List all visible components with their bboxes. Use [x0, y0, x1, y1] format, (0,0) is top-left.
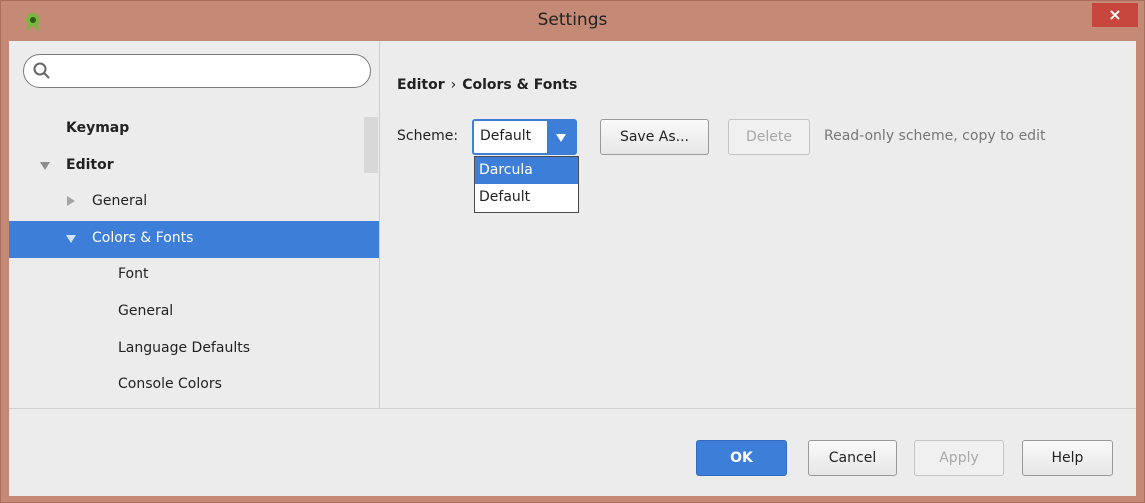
close-button[interactable]: ×: [1092, 3, 1138, 27]
settings-window: Settings × Keymap Editor General Colors …: [0, 0, 1145, 503]
expand-arrow-icon[interactable]: [40, 162, 50, 170]
search-input[interactable]: [58, 59, 362, 85]
settings-sidebar: Keymap Editor General Colors & Fonts Fon…: [9, 41, 380, 408]
tree-item-general-colors[interactable]: General: [9, 294, 379, 331]
scheme-label: Scheme:: [397, 128, 459, 144]
expand-arrow-icon[interactable]: [66, 235, 76, 243]
tree-item-label: Editor: [66, 157, 114, 173]
tree-item-font[interactable]: Font: [9, 257, 379, 294]
chevron-down-icon: [556, 134, 566, 142]
tree-item-label: Keymap: [66, 120, 130, 136]
save-as-button[interactable]: Save As...: [600, 119, 709, 155]
tree-item-language-defaults[interactable]: Language Defaults: [9, 331, 379, 368]
ok-button[interactable]: OK: [696, 440, 787, 476]
tree-item-general[interactable]: General: [9, 184, 379, 221]
tree-item-editor[interactable]: Editor: [9, 148, 379, 185]
breadcrumb: Editor › Colors & Fonts: [397, 77, 577, 93]
tree-item-label: General: [92, 193, 148, 209]
dialog-body: Keymap Editor General Colors & Fonts Fon…: [9, 41, 1136, 496]
sidebar-scrollbar[interactable]: [364, 117, 378, 173]
tree-item-label: Font: [118, 266, 149, 282]
cancel-button[interactable]: Cancel: [808, 440, 897, 476]
scheme-option-default[interactable]: Default: [475, 184, 578, 211]
tree-item-console-colors[interactable]: Console Colors: [9, 367, 379, 404]
search-icon: [33, 62, 50, 79]
tree-item-label: General: [118, 303, 174, 319]
scheme-option-darcula[interactable]: Darcula: [475, 157, 578, 184]
breadcrumb-separator: ›: [450, 77, 457, 93]
title-bar[interactable]: Settings ×: [1, 1, 1144, 41]
collapse-arrow-icon[interactable]: [67, 196, 75, 206]
tree-item-label: Console Colors: [118, 376, 222, 392]
scheme-select[interactable]: Default: [472, 119, 577, 155]
search-box[interactable]: [23, 54, 371, 88]
settings-content: Editor › Colors & Fonts Scheme: Default Sa…: [380, 41, 1136, 408]
window-title: Settings: [537, 10, 608, 30]
footer-divider: [9, 408, 1136, 409]
tree-item-keymap[interactable]: Keymap: [9, 111, 379, 148]
read-only-hint: Read-only scheme, copy to edit: [824, 128, 1046, 144]
help-button[interactable]: Help: [1022, 440, 1113, 476]
scheme-select-value: Default: [480, 128, 532, 144]
apply-button[interactable]: Apply: [914, 440, 1004, 476]
breadcrumb-parent: Editor: [397, 77, 445, 93]
breadcrumb-current: Colors & Fonts: [462, 77, 578, 93]
tree-item-label: Colors & Fonts: [92, 230, 194, 246]
dropdown-arrow-button[interactable]: [547, 121, 575, 153]
tree-item-label: Language Defaults: [118, 340, 250, 356]
delete-button[interactable]: Delete: [728, 119, 810, 155]
tree-item-colors-fonts[interactable]: Colors & Fonts: [9, 221, 379, 258]
scheme-dropdown-list: Darcula Default: [474, 156, 579, 213]
